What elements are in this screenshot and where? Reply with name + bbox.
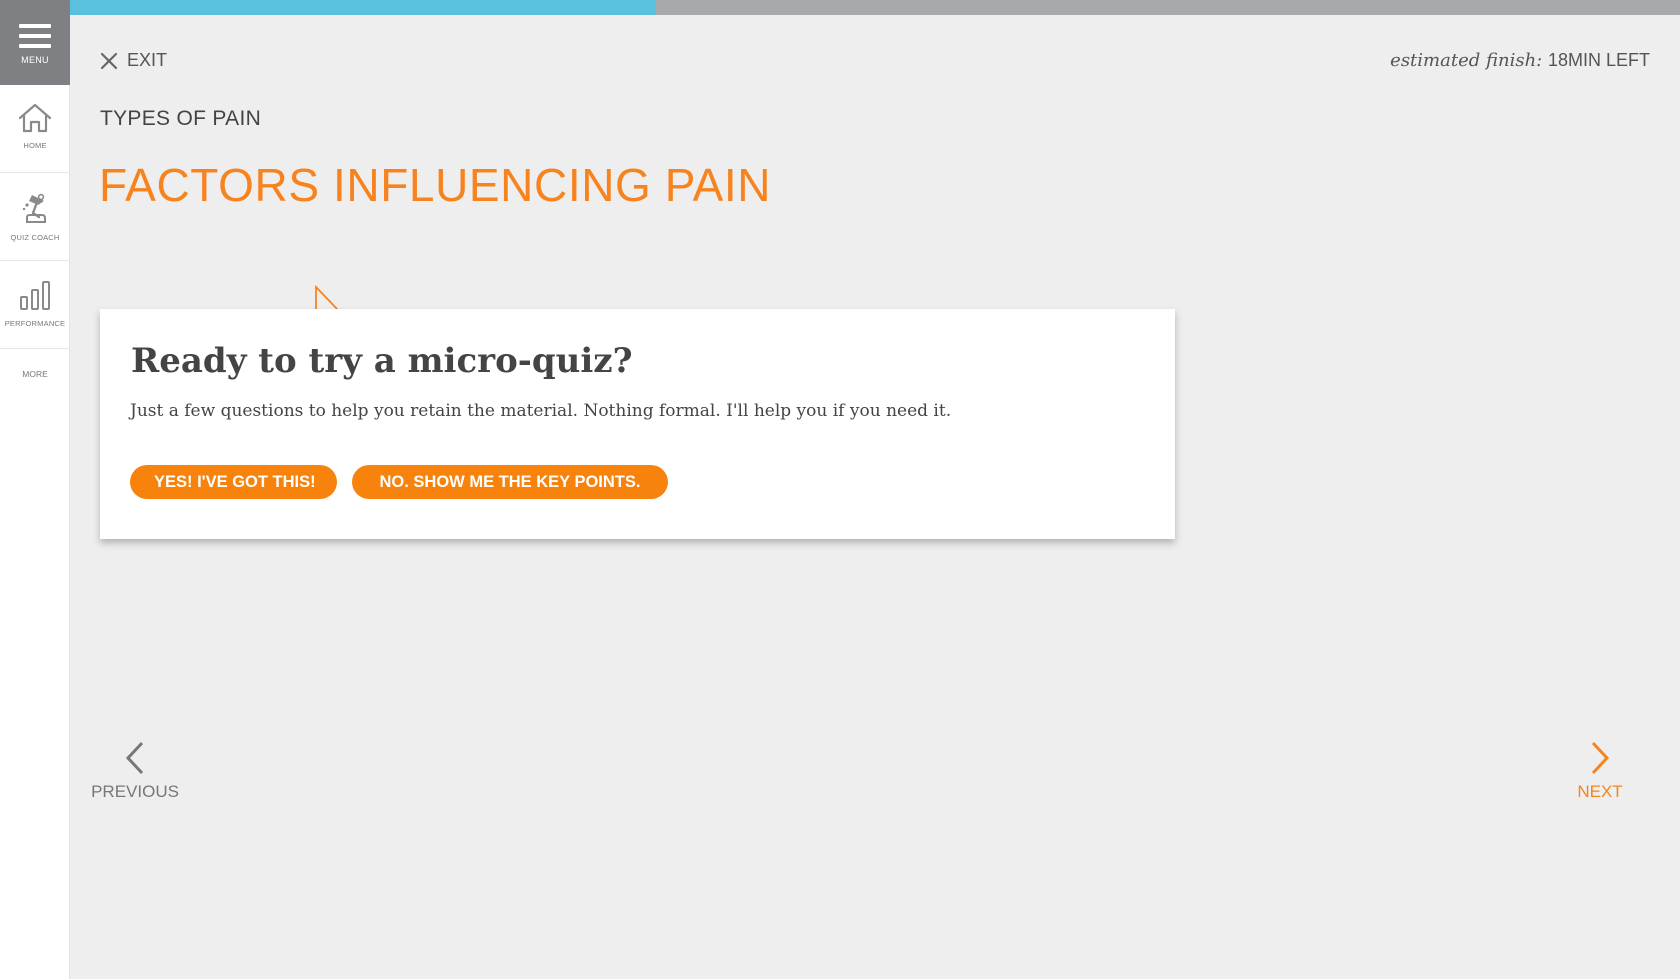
show-key-points-button[interactable]: NO. SHOW ME THE KEY POINTS.: [352, 465, 668, 499]
home-icon: [18, 103, 52, 133]
menu-button[interactable]: MENU: [0, 0, 70, 85]
exit-label: EXIT: [127, 50, 168, 70]
exit-button[interactable]: EXIT: [100, 50, 167, 71]
progress-fill: [70, 0, 657, 15]
micro-quiz-panel: Ready to try a micro-quiz? Just a few qu…: [100, 309, 1175, 539]
section-title: TYPES OF PAIN: [100, 107, 262, 130]
estimated-finish: estimated finish: 18MIN LEFT: [1390, 50, 1650, 71]
sidebar-item-label: PERFORMANCE: [4, 319, 66, 328]
sidebar-item-label: HOME: [23, 141, 47, 150]
quiz-coach-icon: [22, 193, 46, 223]
previous-label: PREVIOUS: [91, 782, 179, 801]
micro-quiz-card: Ready to try a micro-quiz? Just a few qu…: [100, 283, 1175, 539]
sidebar-item-more[interactable]: MORE: [0, 349, 70, 379]
next-label: NEXT: [1577, 782, 1623, 801]
estimated-finish-value: 18MIN LEFT: [1547, 50, 1650, 70]
close-icon: [100, 52, 118, 69]
sidebar-item-home[interactable]: HOME: [0, 85, 70, 173]
chevron-left-icon: [125, 741, 144, 775]
next-button[interactable]: NEXT: [1568, 740, 1632, 802]
micro-quiz-heading: Ready to try a micro-quiz?: [131, 341, 633, 381]
sidebar-item-label: QUIZ COACH: [10, 233, 60, 242]
sidebar-item-performance[interactable]: PERFORMANCE: [0, 261, 70, 349]
hamburger-icon: [19, 24, 51, 48]
progress-bar: [70, 0, 1680, 15]
chevron-right-icon: [1591, 741, 1610, 775]
menu-label: MENU: [21, 55, 49, 65]
page-title: FACTORS INFLUENCING PAIN: [99, 159, 772, 211]
micro-quiz-description: Just a few questions to help you retain …: [130, 401, 952, 421]
previous-button[interactable]: PREVIOUS: [91, 740, 179, 802]
sidebar: MENU HOME QUIZ COACH PERFORMANCE MORE: [0, 0, 70, 979]
card-pointer: [100, 284, 1175, 311]
yes-quiz-button[interactable]: YES! I'VE GOT THIS!: [130, 465, 337, 499]
estimated-finish-label: estimated finish:: [1390, 50, 1543, 71]
sidebar-item-quiz-coach[interactable]: QUIZ COACH: [0, 173, 70, 261]
performance-icon: [20, 281, 50, 310]
